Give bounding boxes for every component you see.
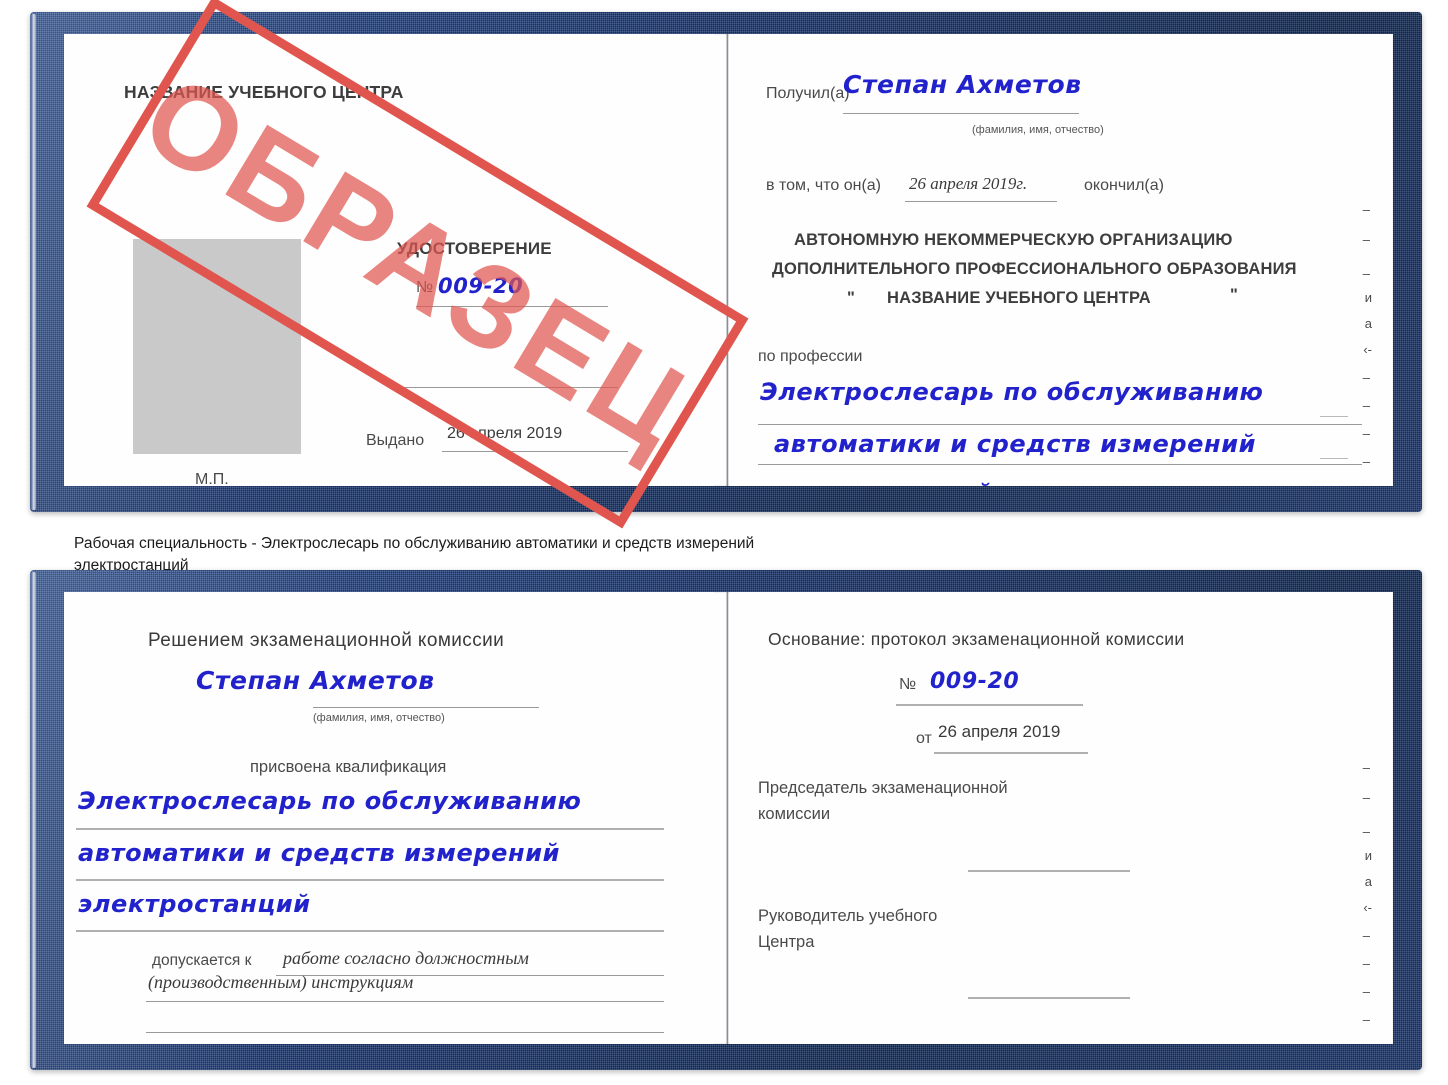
chairman-line1-bottom: Председатель экзаменационной xyxy=(758,779,1008,797)
organization-line3-top: НАЗВАНИЕ УЧЕБНОГО ЦЕНТРА xyxy=(887,289,1151,307)
issued-value-top: 26 апреля 2019 xyxy=(447,425,563,442)
edge-fragment: – xyxy=(1362,1012,1370,1027)
edge-rule xyxy=(1320,458,1348,459)
admitted-value-line1-bottom: работе согласно должностным xyxy=(283,948,529,968)
profession-line3-top: электростанций xyxy=(760,479,993,486)
organization-quote-close-top: " xyxy=(1230,286,1239,304)
admitted-rule3-bottom xyxy=(146,1032,664,1033)
student-name-rule-bottom xyxy=(313,707,539,708)
certificate-bottom: Решением экзаменационной комиссии Степан… xyxy=(30,570,1422,1070)
page-bottom-right: Основание: протокол экзаменационной коми… xyxy=(730,592,1392,1044)
number-label-top: № xyxy=(416,279,434,296)
commission-title-bottom: Решением экзаменационной комиссии xyxy=(148,630,505,651)
profession-line2-top: автоматики и средств измерений xyxy=(774,430,1257,458)
edge-fragment: – xyxy=(1362,370,1370,385)
edge-fragment: и xyxy=(1364,290,1372,305)
completion-date-top: 26 апреля 2019г. xyxy=(909,174,1028,193)
blank-rule-top xyxy=(400,387,618,388)
head-signature-rule-bottom xyxy=(968,997,1130,999)
received-value-top: Степан Ахметов xyxy=(843,70,1082,99)
edge-fragment: – xyxy=(1362,398,1370,413)
issued-rule-top xyxy=(442,451,628,452)
pages-bottom: Решением экзаменационной комиссии Степан… xyxy=(64,592,1393,1044)
number-value-top: 009-20 xyxy=(438,274,524,298)
document-title-top: УДОСТОВЕРЕНИЕ xyxy=(397,239,552,258)
organization-line1-top: АВТОНОМНУЮ НЕКОММЕРЧЕСКУЮ ОРГАНИЗАЦИЮ xyxy=(794,231,1233,249)
edge-fragment: – xyxy=(1362,202,1370,217)
edge-fragment: – xyxy=(1362,760,1370,775)
protocol-date-rule-bottom xyxy=(934,752,1088,754)
protocol-number-label-bottom: № xyxy=(899,676,917,693)
certificate-top: НАЗВАНИЕ УЧЕБНОГО ЦЕНТРА УДОСТОВЕРЕНИЕ №… xyxy=(30,12,1422,512)
admitted-rule2-bottom xyxy=(146,1001,664,1002)
edge-fragment: – xyxy=(1362,928,1370,943)
photo-placeholder xyxy=(133,239,301,454)
page-bottom-left: Решением экзаменационной комиссии Степан… xyxy=(64,592,714,1044)
basis-label-bottom: Основание: протокол экзаменационной коми… xyxy=(768,629,1185,649)
issued-label-top: Выдано xyxy=(366,432,425,449)
edge-fragment: – xyxy=(1362,266,1370,281)
qualification-rule3-bottom xyxy=(76,930,664,932)
page-top-right: Получил(а) Степан Ахметов (фамилия, имя,… xyxy=(730,34,1392,486)
edge-fragment: а xyxy=(1364,874,1372,889)
qualification-rule2-bottom xyxy=(76,879,664,881)
caption-line-1: Рабочая специальность - Электрослесарь п… xyxy=(74,535,755,552)
protocol-number-value-bottom: 009-20 xyxy=(930,669,1020,694)
fio-hint-bottom: (фамилия, имя, отчество) xyxy=(313,712,445,724)
organization-line2-top: ДОПОЛНИТЕЛЬНОГО ПРОФЕССИОНАЛЬНОГО ОБРАЗО… xyxy=(772,260,1297,278)
completion-date-rule-top xyxy=(905,201,1057,202)
head-line1-bottom: Руководитель учебного xyxy=(758,907,938,925)
protocol-date-label-bottom: от xyxy=(916,730,932,747)
that-he-label-top: в том, что он(а) xyxy=(766,177,881,194)
protocol-date-value-bottom: 26 апреля 2019 xyxy=(938,722,1061,741)
graduated-label-top: окончил(а) xyxy=(1084,177,1164,194)
fio-hint-top: (фамилия, имя, отчество) xyxy=(972,124,1104,136)
edge-fragment: – xyxy=(1362,426,1370,441)
training-center-name-top: НАЗВАНИЕ УЧЕБНОГО ЦЕНТРА xyxy=(124,82,404,102)
qualification-line2-bottom: автоматики и средств измерений xyxy=(78,839,561,867)
seal-label-top: М.П. xyxy=(195,471,229,486)
admitted-label-bottom: допускается к xyxy=(152,952,252,969)
edge-fragment: а xyxy=(1364,316,1372,331)
edge-fragment: – xyxy=(1362,984,1370,999)
number-rule-top xyxy=(416,306,608,307)
admitted-value-line2-bottom: (производственным) инструкциям xyxy=(148,972,414,992)
edge-fragment: ‹- xyxy=(1363,342,1372,357)
edge-fragment: – xyxy=(1362,956,1370,971)
spine-fold-bottom xyxy=(726,592,729,1044)
edge-fragment: и xyxy=(1364,848,1372,863)
profession-rule1-top xyxy=(758,424,1362,425)
qualification-line3-bottom: электростанций xyxy=(78,890,311,918)
edge-rule xyxy=(1320,416,1348,417)
cover-spine-edge-bottom xyxy=(31,572,36,1068)
edge-fragment: ‹- xyxy=(1363,900,1372,915)
edge-fragment: – xyxy=(1362,824,1370,839)
profession-rule2-top xyxy=(758,464,1362,465)
received-label-top: Получил(а) xyxy=(766,85,850,102)
profession-line1-top: Электрослесарь по обслуживанию xyxy=(760,378,1264,406)
protocol-number-rule-bottom xyxy=(896,704,1083,706)
edge-fragment: – xyxy=(1362,232,1370,247)
page-top-left: НАЗВАНИЕ УЧЕБНОГО ЦЕНТРА УДОСТОВЕРЕНИЕ №… xyxy=(64,34,714,486)
edge-fragment: – xyxy=(1362,454,1370,469)
received-rule-top xyxy=(843,113,1079,114)
qualification-label-bottom: присвоена квалификация xyxy=(250,758,447,776)
edge-fragment: – xyxy=(1362,790,1370,805)
pages-top: НАЗВАНИЕ УЧЕБНОГО ЦЕНТРА УДОСТОВЕРЕНИЕ №… xyxy=(64,34,1393,486)
student-name-bottom: Степан Ахметов xyxy=(196,666,435,695)
chairman-signature-rule-bottom xyxy=(968,870,1130,872)
qualification-rule1-bottom xyxy=(76,828,664,830)
head-line2-bottom: Центра xyxy=(758,933,815,951)
spine-fold-top xyxy=(726,34,729,486)
cover-spine-edge-top xyxy=(31,14,36,510)
profession-label-top: по профессии xyxy=(758,348,863,365)
qualification-line1-bottom: Электрослесарь по обслуживанию xyxy=(78,787,582,815)
chairman-line2-bottom: комиссии xyxy=(758,805,831,823)
organization-quote-open-top: " xyxy=(847,289,856,307)
